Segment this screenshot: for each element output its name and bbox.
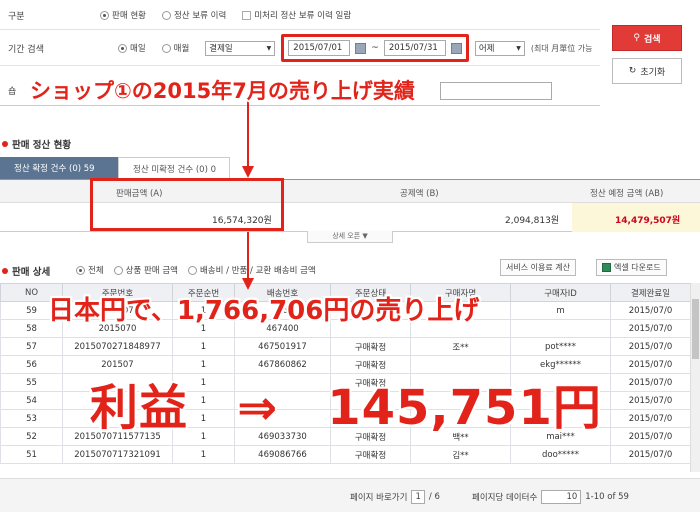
calendar-icon[interactable] (450, 42, 462, 54)
table-cell: pot**** (510, 337, 611, 356)
table-cell: 2015/07/0 (610, 427, 691, 446)
table-cell: m (510, 301, 611, 320)
annotation-profit: 利益 ⇒ 145,751円 (90, 380, 602, 436)
per-page-label: 페이지당 데이터수 (472, 493, 538, 503)
total-pages: / 6 (428, 492, 440, 502)
radio-icon[interactable] (161, 43, 171, 53)
bullet-icon (2, 268, 8, 274)
option-settlement-hold[interactable]: 정산 보류 이력 (161, 9, 226, 21)
option-product-sales[interactable]: 상품 판매 금액 (113, 264, 178, 276)
search-icon: ⚲ (633, 33, 641, 43)
table-cell: 469086766 (234, 445, 331, 464)
detail-open-toggle[interactable]: 상세 오픈 ▼ (307, 231, 393, 243)
radio-icon[interactable] (100, 10, 109, 20)
expected-amount: 14,479,507원 (615, 216, 681, 226)
service-fee-button[interactable]: 서비스 이용료 계산 (500, 259, 576, 276)
end-date-input[interactable]: 2015/07/31 (383, 40, 446, 56)
annotation-yen-sales: 日本円で、1,766,706円の売り上げ (48, 296, 480, 326)
annotation-shop-summary: ショップ①の2015年7月の売り上げ実績 (30, 79, 415, 103)
table-cell: 51 (0, 445, 63, 464)
date-range-highlight: 2015/07/01 ~ 2015/07/31 (281, 34, 469, 62)
option-all[interactable]: 전체 (76, 264, 104, 276)
excel-download-button[interactable]: 엑셀 다운로드 (596, 259, 667, 276)
expected-header: 정산 예정 금액 (AB) (590, 189, 664, 199)
column-header[interactable]: 결제완료일 (610, 283, 691, 302)
table-cell: 54 (0, 391, 63, 410)
table-cell: 조** (410, 337, 511, 356)
radio-icon[interactable] (187, 265, 197, 275)
deduction-amount: 2,094,813원 (505, 216, 560, 226)
sales-highlight-box (90, 178, 284, 231)
date-type-select[interactable]: 결제일 ▼ (205, 40, 276, 56)
range-separator: ~ (371, 43, 379, 53)
shop-label: 숍 (8, 87, 17, 97)
table-cell: 53 (0, 409, 63, 428)
table-cell: 2015/07/0 (610, 355, 691, 374)
table-cell: 52 (0, 427, 63, 446)
option-sales-status[interactable]: 판매 현황 (100, 9, 146, 21)
option-shipping[interactable]: 배송비 / 반품 / 교환 배송비 금액 (187, 264, 316, 276)
excel-icon (602, 263, 611, 272)
radio-icon[interactable] (76, 265, 85, 275)
table-cell: 2015/07/0 (610, 409, 691, 428)
period-label: 기간 검색 (8, 45, 44, 55)
detail-options: 전체 상품 판매 금액 배송비 / 반품 / 교환 배송비 금액 (76, 264, 326, 276)
range-label: 1-10 of 59 (585, 492, 629, 502)
shop-input[interactable] (440, 82, 552, 100)
table-cell: 1 (172, 445, 235, 464)
table-cell: 2015/07/0 (610, 373, 691, 392)
table-cell: 57 (0, 337, 63, 356)
table-cell: 구매확정 (330, 445, 411, 464)
period-note: (최대 月單位 가능 (530, 43, 593, 53)
search-button[interactable]: ⚲ 검색 (612, 25, 682, 51)
goto-label: 페이지 바로가기 (350, 493, 408, 503)
bullet-icon (2, 141, 8, 147)
radio-icon[interactable] (113, 265, 123, 275)
tab-settled[interactable]: 정산 확정 건수 (0) 59 (0, 157, 118, 179)
table-cell: 467501917 (234, 337, 331, 356)
table-cell (510, 319, 611, 338)
table-cell: 2015/07/0 (610, 445, 691, 464)
checkbox-icon[interactable] (242, 10, 252, 20)
detail-section-title: 판매 상세 (2, 264, 50, 278)
option-unprocessed-hold[interactable]: 미처리 정산 보류 이력 일람 (242, 9, 351, 21)
table-cell: 1 (172, 337, 235, 356)
reset-button[interactable]: ↻ 초기화 (612, 58, 682, 84)
refresh-icon: ↻ (628, 66, 637, 76)
table-cell: 김** (410, 445, 511, 464)
per-page-select[interactable]: 10 (541, 490, 582, 504)
table-cell: 2015/07/0 (610, 301, 691, 320)
table-cell: 2015070717321091 (62, 445, 173, 464)
start-date-input[interactable]: 2015/07/01 (288, 40, 351, 56)
table-cell: 2015/07/0 (610, 337, 691, 356)
tab-unsettled[interactable]: 정산 미확정 건수 (0) 0 (118, 157, 230, 179)
preset-select[interactable]: 어제 ▼ (474, 40, 525, 56)
column-header[interactable]: 구매자ID (510, 283, 611, 302)
option-daily[interactable]: 매일 (118, 42, 146, 54)
radio-icon[interactable] (161, 10, 171, 20)
option-monthly[interactable]: 매월 (161, 42, 189, 54)
table-cell: 구매확정 (330, 337, 411, 356)
category-row: 구분 판매 현황 정산 보류 이력 미처리 정산 보류 이력 일람 (0, 0, 600, 30)
table-cell: 2015070271848977 (62, 337, 173, 356)
table-row[interactable]: 57 2015070271848977 1 467501917 구매확정 조** pot**… (0, 337, 691, 356)
table-cell: 56 (0, 355, 63, 374)
deduction-header: 공제액 (B) (400, 189, 439, 199)
table-cell: 2015/07/0 (610, 319, 691, 338)
table-cell: doo***** (510, 445, 611, 464)
period-row: 기간 검색 매일 매월 결제일 ▼ 2015/07/01 ~ 2015/07/31… (0, 30, 600, 66)
calendar-icon[interactable] (355, 42, 367, 54)
category-label: 구분 (8, 12, 25, 22)
radio-icon[interactable] (118, 43, 127, 53)
table-scrollbar[interactable] (690, 283, 700, 472)
page-input[interactable]: 1 (411, 490, 425, 504)
summary-section-title: 판매 정산 현황 (2, 137, 71, 151)
table-row[interactable]: 51 2015070717321091 1 469086766 구매확정 김** doo**… (0, 445, 691, 464)
pagination-bar: 페이지 바로가기 1 / 6 페이지당 데이터수 10 1-10 of 59 (0, 478, 700, 512)
table-cell: 55 (0, 373, 63, 392)
chevron-down-icon: ▼ (266, 44, 272, 52)
table-cell: 2015/07/0 (610, 391, 691, 410)
chevron-down-icon: ▼ (516, 44, 521, 52)
scrollbar-thumb[interactable] (692, 299, 699, 359)
